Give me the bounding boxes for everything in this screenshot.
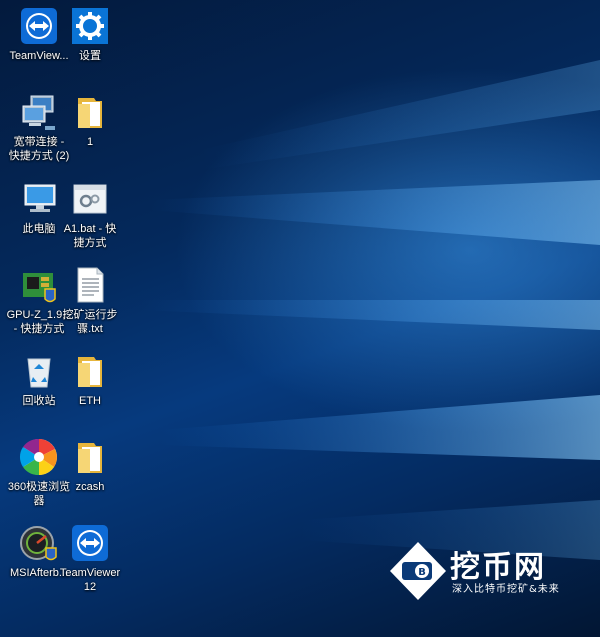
desktop-icon-mining-steps-txt[interactable]: 挖矿运行步 骤.txt — [50, 261, 130, 336]
desktop-icon-label: A1.bat - 快 捷方式 — [63, 223, 117, 249]
desktop-icon-settings[interactable]: 设置 — [50, 2, 130, 63]
folder-icon — [78, 443, 102, 473]
desktop-icon-teamviewer-12[interactable]: TeamViewer 12 — [50, 519, 130, 594]
desktop-icon-label: zcash — [75, 481, 105, 493]
watermark-logo-icon: B — [390, 542, 446, 600]
desktop-icon-label: 挖矿运行步 骤.txt — [62, 309, 118, 335]
watermark-slogan: 深入比特币挖矿&未来 — [452, 584, 560, 595]
folder-icon — [78, 357, 102, 387]
desktop-icon-label: 设置 — [79, 50, 101, 62]
text-file-icon — [77, 267, 104, 303]
desktop-icon-label: 1 — [86, 136, 94, 148]
desktop-icon-label: TeamViewer 12 — [59, 567, 121, 593]
desktop-icon-folder-eth[interactable]: ETH — [50, 347, 130, 408]
desktop-icon-a1-bat[interactable]: A1.bat - 快 捷方式 — [50, 175, 130, 250]
site-watermark: B 挖币网 深入比特币挖矿&未来 — [388, 540, 560, 604]
batch-file-icon — [73, 184, 107, 214]
teamviewer-icon — [72, 525, 108, 561]
desktop-icon-folder-zcash[interactable]: zcash — [50, 433, 130, 494]
watermark-logo-glyph: B — [418, 567, 426, 578]
settings-gear-icon — [72, 8, 108, 44]
folder-icon — [78, 98, 102, 128]
desktop-icon-folder-1[interactable]: 1 — [50, 88, 130, 149]
desktop-background: TeamView... 宽带连接 - 快捷方式 (2) 此电脑 GPU-Z_1.… — [0, 0, 600, 637]
desktop-icon-label: ETH — [79, 395, 101, 407]
